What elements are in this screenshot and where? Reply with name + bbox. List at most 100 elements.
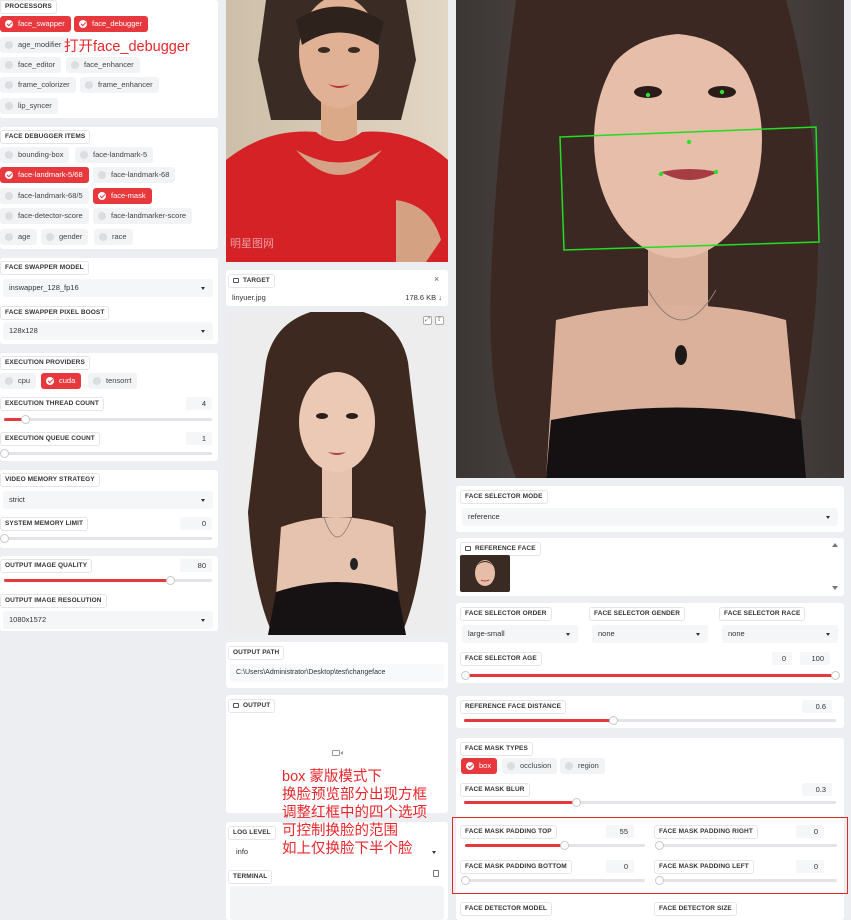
copy-icon[interactable] [433,870,439,877]
target-filesize[interactable]: 178.6 KB ↓ [405,293,442,302]
output-path-panel: OUTPUT PATH C:\Users\Administrator\Deskt… [226,642,448,688]
face-mask-type-box[interactable]: box [461,758,498,774]
output-path-input[interactable]: C:\Users\Administrator\Desktop\test\chan… [230,664,444,682]
chevron-down-icon [566,633,570,636]
processor-face-enhancer[interactable]: face_enhancer [66,57,140,73]
slider-handle[interactable] [571,798,581,807]
face-mask-blur-slider[interactable] [464,798,836,807]
slider-handle-max[interactable] [831,671,840,680]
checkbox-icon [5,192,13,200]
reference-face-distance-input[interactable]: 0.6 [802,700,832,713]
slider-handle[interactable] [0,534,9,543]
checkbox-icon [565,762,573,770]
debug-item-face-landmark-68-5[interactable]: face-landmark-68/5 [0,188,89,204]
terminal-label: TERMINAL [228,870,273,884]
output-label: OUTPUT [228,699,276,713]
face-selector-race-select[interactable]: none [722,625,838,643]
processor-face-debugger[interactable]: face_debugger [74,16,149,32]
reference-face-thumbnail[interactable] [460,555,510,592]
face-detector-size-label: FACE DETECTOR SIZE [654,902,737,916]
preview-image[interactable] [456,0,844,478]
chevron-down-icon [696,633,700,636]
chevron-down-icon [826,633,830,636]
face-swapper-model-select[interactable]: inswapper_128_fp16 [3,279,213,297]
chevron-down-icon [432,851,436,854]
face-swapper-pixel-boost-select[interactable]: 128x128 [3,322,213,340]
slider-handle[interactable] [608,716,618,725]
video-camera-lens-icon [340,751,343,755]
debug-item-face-landmark-68[interactable]: face-landmark-68 [93,167,176,183]
padding-highlight-box [452,817,848,894]
debug-item-gender[interactable]: gender [41,229,89,245]
source-image[interactable]: 明星图网 [226,0,448,262]
processor-face-swapper[interactable]: face_swapper [0,16,71,32]
face-mask-type-region[interactable]: region [560,758,605,774]
processor-frame-colorizer[interactable]: frame_colorizer [0,77,76,93]
scroll-down-icon[interactable] [832,586,838,590]
debug-item-race[interactable]: race [94,229,133,245]
reference-face-distance-label: REFERENCE FACE DISTANCE [460,700,567,714]
share-icon[interactable]: ⇧ [435,316,444,325]
slider-handle-min[interactable] [461,671,470,680]
debug-item-face-landmarker-score[interactable]: face-landmarker-score [93,208,193,224]
output-image-quality-slider[interactable] [4,576,212,585]
chevron-down-icon [201,619,205,622]
video-memory-strategy-select[interactable]: strict [3,491,213,509]
processor-frame-enhancer[interactable]: frame_enhancer [80,77,159,93]
execution-queue-count-slider[interactable] [0,449,212,458]
face-selector-filters-panel: FACE SELECTOR ORDER large-small FACE SEL… [456,603,844,683]
execution-thread-count-slider[interactable] [4,415,212,424]
target-filename[interactable]: linyuer.jpg [232,293,266,302]
face-selector-order-select[interactable]: large-small [462,625,578,643]
output-image-resolution-select[interactable]: 1080x1572 [3,611,213,629]
output-image-resolution-label: OUTPUT IMAGE RESOLUTION [0,594,107,608]
execution-queue-count-input[interactable]: 1 [186,432,212,445]
debug-item-face-landmark-5-68[interactable]: face-landmark-5/68 [0,167,89,183]
processor-lip-syncer[interactable]: lip_syncer [0,98,58,114]
face-selector-age-min-input[interactable]: 0 [772,652,792,665]
checkbox-icon [71,61,79,69]
target-close-icon[interactable]: × [434,274,439,284]
face-selector-age-max-input[interactable]: 100 [800,652,830,665]
face-selector-mode-select[interactable]: reference [462,508,838,526]
debug-item-face-detector-score[interactable]: face-detector-score [0,208,89,224]
face-mask-blur-input[interactable]: 0.3 [802,783,832,796]
processor-age-modifier[interactable]: age_modifier [0,37,68,53]
checkbox-icon [98,192,106,200]
scroll-up-icon[interactable] [832,543,838,547]
target-portrait-illustration [226,312,448,635]
checkbox-icon [85,81,93,89]
face-mask-type-occlusion[interactable]: occlusion [502,758,558,774]
debug-item-face-landmark-5[interactable]: face-landmark-5 [75,147,154,163]
slider-handle[interactable] [166,576,176,585]
chevron-down-icon [201,330,205,333]
checkbox-icon [98,171,106,179]
debug-item-bounding-box[interactable]: bounding-box [0,147,70,163]
system-memory-limit-slider[interactable] [0,534,212,543]
face-mask-blur-label: FACE MASK BLUR [460,783,530,797]
chevron-down-icon [826,516,830,519]
execution-thread-count-input[interactable]: 4 [186,397,212,410]
system-memory-limit-input[interactable]: 0 [180,517,212,530]
debug-item-age[interactable]: age [0,229,37,245]
target-image[interactable]: ⤢ ⇧ [226,312,448,635]
processors-panel: PROCESSORS face_swapper face_debugger ag… [0,0,218,118]
reference-face-distance-slider[interactable] [464,716,836,725]
system-memory-limit-label: SYSTEM MEMORY LIMIT [0,517,89,531]
processor-face-editor[interactable]: face_editor [0,57,62,73]
fullscreen-icon[interactable]: ⤢ [423,316,432,325]
preview-portrait-illustration [456,0,844,478]
target-label: TARGET [228,274,275,288]
face-selector-gender-select[interactable]: none [592,625,708,643]
memory-panel: VIDEO MEMORY STRATEGY strict SYSTEM MEMO… [0,470,218,548]
debug-item-face-mask[interactable]: face-mask [93,188,152,204]
provider-cpu[interactable]: cpu [0,373,37,389]
checkbox-icon [46,377,54,385]
provider-tensorrt[interactable]: tensorrt [88,373,138,389]
checkbox-icon [5,61,13,69]
face-selector-age-slider[interactable] [461,671,840,680]
slider-handle[interactable] [20,415,30,424]
provider-cuda[interactable]: cuda [41,373,82,389]
slider-handle[interactable] [0,449,9,458]
output-image-quality-input[interactable]: 80 [180,559,212,572]
